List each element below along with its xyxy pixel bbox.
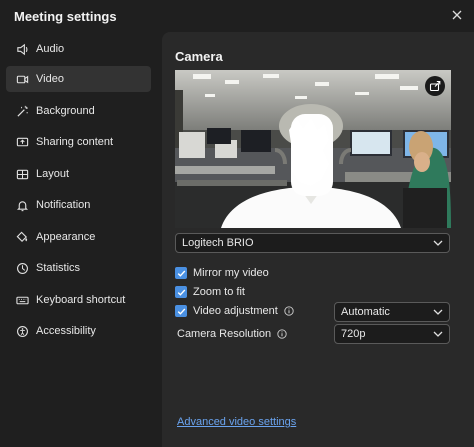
sidebar: Audio Video Background Sharing content L…	[0, 34, 160, 447]
close-icon	[452, 10, 462, 20]
statistics-icon	[14, 260, 30, 276]
camera-preview	[175, 70, 451, 228]
sidebar-item-label: Background	[36, 105, 95, 117]
bell-icon	[14, 197, 30, 213]
sidebar-item-sharing-content[interactable]: Sharing content	[6, 129, 151, 155]
checkmark-icon	[177, 308, 185, 315]
magic-wand-icon	[14, 103, 30, 119]
sidebar-item-label: Video	[36, 73, 64, 85]
sidebar-item-keyboard-shortcut[interactable]: Keyboard shortcut	[6, 287, 151, 313]
info-icon[interactable]	[284, 306, 294, 316]
video-adjustment-label: Video adjustment	[193, 305, 278, 317]
video-adjustment-checkbox[interactable]	[175, 305, 187, 317]
chevron-down-icon	[433, 309, 443, 315]
zoom-to-fit-checkbox[interactable]	[175, 286, 187, 298]
zoom-to-fit-label: Zoom to fit	[193, 286, 245, 298]
sidebar-item-label: Accessibility	[36, 325, 96, 337]
checkmark-icon	[177, 270, 185, 277]
popout-preview-button[interactable]	[425, 76, 445, 96]
paint-bucket-icon	[14, 229, 30, 245]
camera-resolution-value: 720p	[341, 328, 366, 340]
sidebar-item-accessibility[interactable]: Accessibility	[6, 318, 151, 344]
sidebar-item-label: Keyboard shortcut	[36, 294, 126, 306]
video-camera-icon	[14, 71, 30, 87]
share-screen-icon	[14, 134, 30, 150]
close-button[interactable]	[448, 6, 466, 24]
sidebar-item-notification[interactable]: Notification	[6, 192, 151, 218]
sidebar-item-label: Notification	[36, 199, 91, 211]
sidebar-item-background[interactable]: Background	[6, 98, 151, 124]
sidebar-item-label: Statistics	[36, 262, 81, 274]
sidebar-item-label: Appearance	[36, 231, 96, 243]
camera-resolution-select[interactable]: 720p	[334, 324, 450, 344]
camera-device-value: Logitech BRIO	[182, 237, 254, 249]
section-title-camera: Camera	[175, 49, 223, 64]
sidebar-item-video[interactable]: Video	[6, 66, 151, 92]
zoom-to-fit-option: Zoom to fit	[175, 284, 245, 300]
sidebar-item-label: Sharing content	[36, 136, 114, 148]
sidebar-item-statistics[interactable]: Statistics	[6, 255, 151, 281]
popout-icon	[429, 80, 441, 92]
checkmark-icon	[177, 289, 185, 296]
layout-grid-icon	[14, 166, 30, 182]
sidebar-item-audio[interactable]: Audio	[6, 36, 151, 62]
accessibility-icon	[14, 323, 30, 339]
camera-feed-image	[175, 70, 451, 228]
advanced-video-settings-link[interactable]: Advanced video settings	[177, 416, 296, 428]
chevron-down-icon	[433, 331, 443, 337]
video-adjustment-option: Video adjustment	[175, 303, 294, 319]
camera-device-select[interactable]: Logitech BRIO	[175, 233, 450, 253]
camera-resolution-label: Camera Resolution	[177, 328, 272, 340]
camera-settings-panel: Camera Logitech BRIO Mirror my video Zoo…	[162, 32, 474, 447]
info-icon[interactable]	[277, 329, 287, 339]
mirror-video-option: Mirror my video	[175, 265, 269, 281]
camera-resolution-row: Camera Resolution	[177, 328, 287, 340]
window-title: Meeting settings	[14, 9, 117, 24]
video-adjustment-select[interactable]: Automatic	[334, 302, 450, 322]
mirror-video-checkbox[interactable]	[175, 267, 187, 279]
speaker-icon	[14, 41, 30, 57]
mirror-video-label: Mirror my video	[193, 267, 269, 279]
sidebar-item-label: Audio	[36, 43, 65, 55]
keyboard-icon	[14, 292, 30, 308]
chevron-down-icon	[433, 240, 443, 246]
sidebar-item-appearance[interactable]: Appearance	[6, 224, 151, 250]
title-bar: Meeting settings	[0, 0, 474, 34]
sidebar-item-layout[interactable]: Layout	[6, 161, 151, 187]
sidebar-item-label: Layout	[36, 168, 70, 180]
video-adjustment-value: Automatic	[341, 306, 390, 318]
